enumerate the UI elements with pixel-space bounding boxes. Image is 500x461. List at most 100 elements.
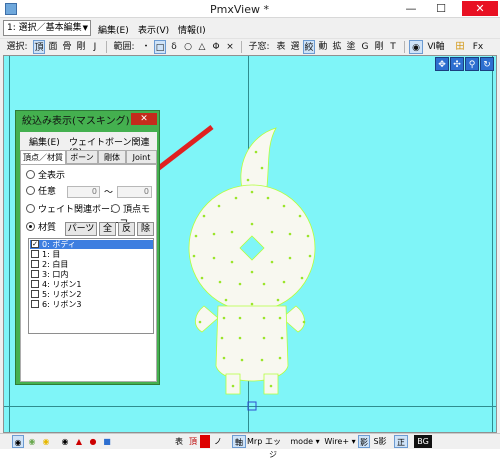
status-normal-button[interactable]: ノ [212,435,224,448]
minimize-button[interactable]: — [398,1,424,16]
status-view-front-icon[interactable]: ◉ [12,435,24,448]
maximize-button[interactable]: ☐ [428,1,454,16]
radio-show-all[interactable]: 全表示 [26,169,65,183]
range-clear-button[interactable]: × [224,40,236,54]
status-axis-button[interactable]: 軸 [232,435,246,448]
range-rect-button[interactable]: □ [154,40,166,54]
exclude-button[interactable]: 除 [137,222,154,236]
dialog-menu-edit[interactable]: 編集(E) [29,135,60,148]
status-color-swatch[interactable] [200,435,210,448]
status-vertex-button[interactable]: 頂 [186,435,200,448]
menu-info[interactable]: 情報(I) [178,23,206,36]
list-item[interactable]: 3: 口内 [30,270,153,279]
dialog-title: 絞込み表示(マスキング) [22,116,130,127]
range-tilde: 〜 [104,188,114,198]
view-axis-button[interactable]: Ⅵ軸 [425,40,447,54]
model-body [215,305,289,382]
list-item[interactable]: 2: 白目 [30,260,153,269]
status-edge-button[interactable]: エッジ [262,435,284,459]
background-button[interactable]: BG [414,435,432,448]
shadow-button[interactable]: 影 [358,435,370,448]
vertex-material-panel: 全表示 任意 0 〜 0 ウェイト関連ボーン 頂点モーフ 材質 パーツ 全 [20,164,157,382]
subwin-move-button[interactable]: 動 [317,40,329,54]
select-bone-button[interactable]: 骨 [61,40,73,54]
list-item[interactable]: ✓ 0: ボディ [30,240,153,249]
range-from-field[interactable]: 0 [67,186,100,198]
subwin-mask-button[interactable]: 絞 [303,40,315,54]
status-dot-icon[interactable]: ● [88,435,98,448]
wire-mode-dropdown[interactable]: Wire+ ▾ [324,435,356,448]
subwin-table-button[interactable]: 表 [275,40,287,54]
ortho-button[interactable]: 正 [394,435,408,448]
subwin-select-button[interactable]: 選 [289,40,301,54]
radio-weight-bone[interactable]: ウェイト関連ボーン [26,203,119,217]
radio-material[interactable]: 材質 [26,221,56,235]
fx-button[interactable]: Fx [470,40,486,54]
tab-vertex-material[interactable]: 頂点／材質 [20,150,66,164]
model-left-leg [225,373,241,395]
range-phi-button[interactable]: Φ [210,40,222,54]
subwin-rigid-button[interactable]: 剛 [373,40,385,54]
status-view-top-icon[interactable]: ◉ [40,435,52,448]
radio-arbitrary[interactable]: 任意 [26,185,56,199]
list-item[interactable]: 1: 目 [30,250,153,259]
view-target-button[interactable]: ◉ [409,40,423,54]
checkbox[interactable] [31,270,39,278]
select-vertex-button[interactable]: 頂 [33,40,45,54]
subwin-paint-button[interactable]: 塗 [345,40,357,54]
checkbox-checked[interactable]: ✓ [31,240,39,248]
checkbox[interactable] [31,300,39,308]
menu-view[interactable]: 表示(V) [138,23,169,36]
menu-bar: 1: 選択／基本編集 ▼ 編集(E) 表示(V) 情報(I) [0,19,500,38]
subwin-t-button[interactable]: T [387,40,399,54]
checkbox[interactable] [31,250,39,258]
material-label: 5: リボン2 [42,290,82,299]
range-delta-button[interactable]: δ [168,40,180,54]
menu-edit[interactable]: 編集(E) [98,23,129,36]
list-item[interactable]: 6: リボン3 [30,300,153,309]
range-to-field[interactable]: 0 [117,186,152,198]
list-item[interactable]: 5: リボン2 [30,290,153,299]
list-item[interactable]: 4: リボン1 [30,280,153,289]
select-joint-button[interactable]: J [89,40,101,54]
select-rigid-button[interactable]: 剛 [75,40,87,54]
tab-rigid[interactable]: 剛体 [98,150,126,164]
status-view-side-icon[interactable]: ◉ [26,435,38,448]
self-shadow-button[interactable]: S影 [372,435,388,448]
select-face-button[interactable]: 面 [47,40,59,54]
dialog-close-button[interactable]: ✕ [131,113,157,125]
checkbox[interactable] [31,280,39,288]
select-all-button[interactable]: 全 [99,222,116,236]
status-cube-icon[interactable]: ■ [102,435,112,448]
checkbox[interactable] [31,260,39,268]
material-label: 4: リボン1 [42,280,82,289]
range-point-button[interactable]: ・ [140,40,152,54]
dialog-tabs: 頂点／材質 ボーン 剛体 Joint [20,150,157,164]
grid-icon[interactable]: 田 [454,40,466,54]
checkbox[interactable] [31,290,39,298]
tab-bone[interactable]: ボーン [66,150,98,164]
parts-button[interactable]: パーツ [65,222,97,236]
toolbar-separator [241,41,242,53]
edit-mode-select[interactable]: 1: 選択／基本編集 ▼ [3,20,91,36]
range-triangle-button[interactable]: △ [196,40,208,54]
tab-joint[interactable]: Joint [126,150,157,164]
status-triangle-icon[interactable]: ▲ [74,435,84,448]
range-circle-button[interactable]: ○ [182,40,194,54]
chevron-down-icon: ▼ [82,24,88,32]
radio-circle [26,204,35,213]
close-button[interactable]: ✕ [462,1,498,16]
material-label: 2: 白目 [42,260,69,269]
render-mode-dropdown[interactable]: mode ▾ [288,435,322,448]
toolbar-separator [106,41,107,53]
edit-mode-value: 1: 選択／基本編集 [7,23,82,33]
invert-button[interactable]: 反 [118,222,135,236]
status-table-button[interactable]: 表 [172,435,186,448]
radio-vertex-morph[interactable]: 頂点モーフ [111,203,156,229]
subwin-scale-button[interactable]: 拡 [331,40,343,54]
status-morph-button[interactable]: Mrp [247,435,262,448]
status-radio-icon[interactable]: ◉ [60,435,70,448]
material-label: 6: リボン3 [42,300,82,309]
subwin-group-button[interactable]: G [359,40,371,54]
toolbar: 選択: 頂 面 骨 剛 J 範囲: ・ □ δ ○ △ Φ × 子窓: 表 選 … [0,38,500,55]
